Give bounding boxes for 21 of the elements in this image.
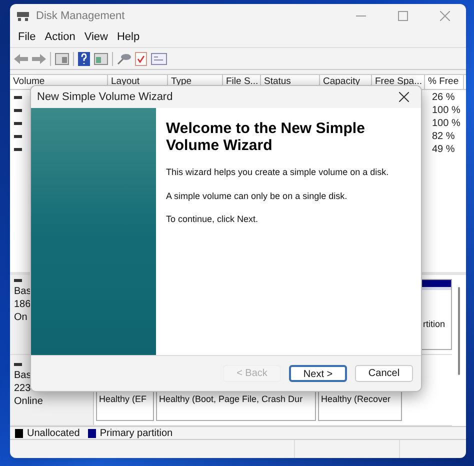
wizard-paragraph: This wizard helps you create a simple volume on a disk. (166, 166, 390, 179)
legend-label: Unallocated (27, 426, 80, 440)
legend-label: Primary partition (100, 426, 173, 440)
wizard-heading: Welcome to the New Simple Volume Wizard (166, 120, 366, 154)
window-title: Disk Management (36, 8, 125, 24)
table-cell-text: 49 % (432, 143, 456, 157)
table-cell-text: 100 % (432, 104, 462, 118)
disk-label: Online (14, 395, 44, 408)
wizard-paragraph: To continue, click Next. (166, 213, 260, 226)
table-cell-text: 26 % (432, 91, 456, 105)
table-cell-text: 100 % (432, 117, 462, 131)
partition-status: Healthy (Boot, Page File, Crash Dur (159, 392, 303, 406)
wizard-paragraph: A simple volume can only be on a single disk. (166, 190, 348, 203)
partition-status: Healthy (Recover (321, 392, 391, 406)
disk-label: 223 (14, 382, 32, 395)
partition-status: Healthy (EF (99, 392, 147, 406)
dialog-title: New Simple Volume Wizard (37, 90, 173, 105)
partition-status: rtition (423, 318, 446, 330)
disk-label: 186 (14, 298, 32, 311)
table-cell-text: 82 % (432, 130, 456, 144)
disk-label: On (14, 311, 28, 324)
